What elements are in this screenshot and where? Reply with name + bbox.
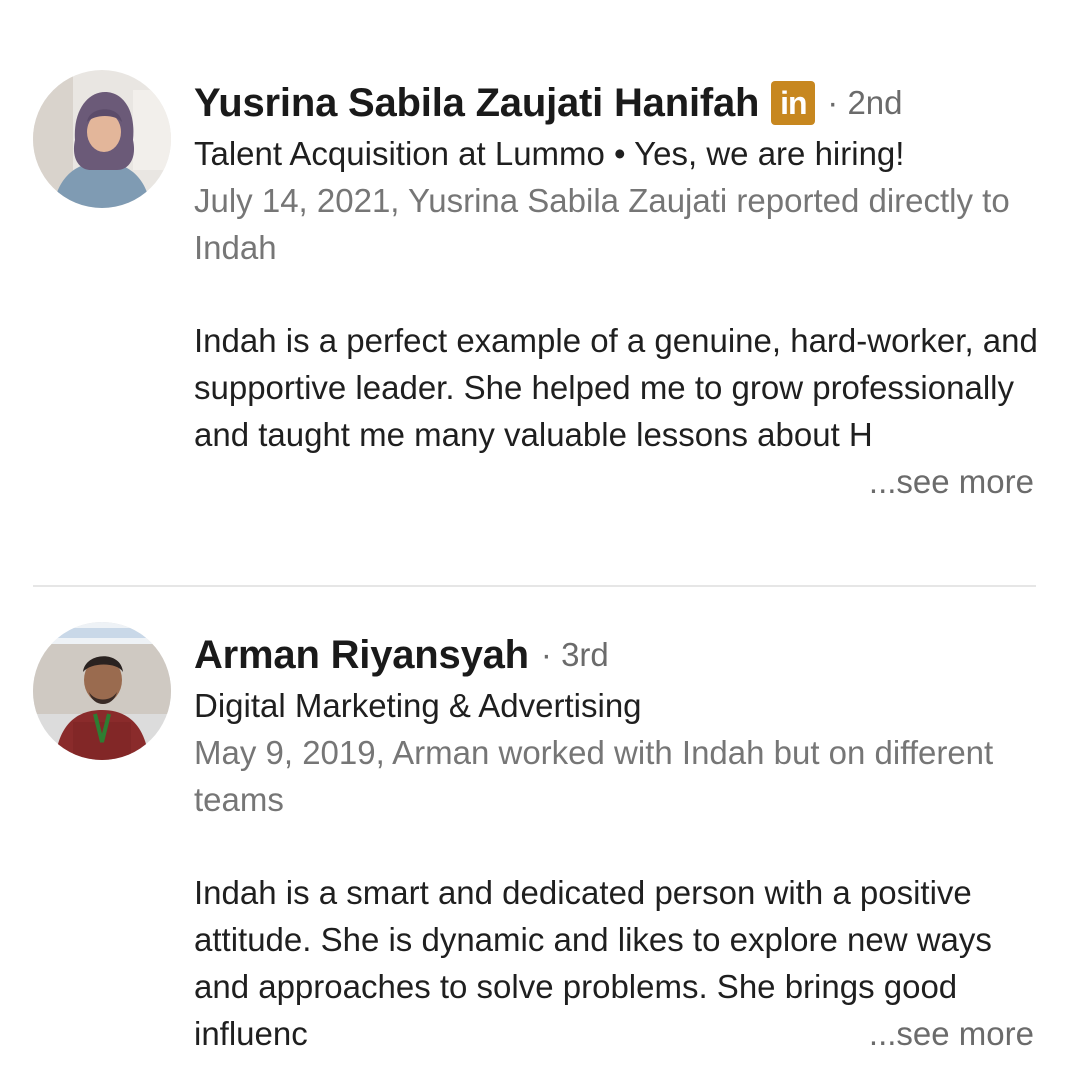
avatar-photo (33, 70, 171, 208)
relationship-info: July 14, 2021, Yusrina Sabila Zaujati re… (194, 182, 1010, 266)
avatar[interactable] (33, 622, 171, 760)
divider (33, 585, 1036, 587)
recommender-headline: Digital Marketing & Advertising (194, 687, 642, 724)
recommendation-content: Yusrina Sabila Zaujati Hanifah in · 2nd … (194, 76, 1044, 505)
relationship-info: May 9, 2019, Arman worked with Indah but… (194, 734, 994, 818)
recommendation-body: Indah is a perfect example of a genuine,… (194, 322, 1038, 453)
avatar-photo (33, 622, 171, 760)
avatar[interactable] (33, 70, 171, 208)
connection-degree: · 3rd (540, 636, 609, 673)
connection-degree: · 2nd (827, 84, 903, 121)
recommender-headline: Talent Acquisition at Lummo • Yes, we ar… (194, 135, 905, 172)
see-more-link[interactable]: ...see more (868, 1010, 1034, 1057)
recommender-name[interactable]: Arman Riyansyah (194, 633, 529, 678)
see-more-link[interactable]: ...see more (868, 458, 1034, 505)
recommender-name[interactable]: Yusrina Sabila Zaujati Hanifah (194, 81, 759, 126)
linkedin-icon: in (771, 81, 816, 125)
name-row: Arman Riyansyah · 3rd (194, 628, 1044, 682)
name-row: Yusrina Sabila Zaujati Hanifah in · 2nd (194, 76, 1044, 130)
recommendation-text: Indah is a smart and dedicated person wi… (194, 869, 1044, 1057)
recommendation-content: Arman Riyansyah · 3rd Digital Marketing … (194, 628, 1044, 1057)
recommendation-text: Indah is a perfect example of a genuine,… (194, 317, 1044, 505)
